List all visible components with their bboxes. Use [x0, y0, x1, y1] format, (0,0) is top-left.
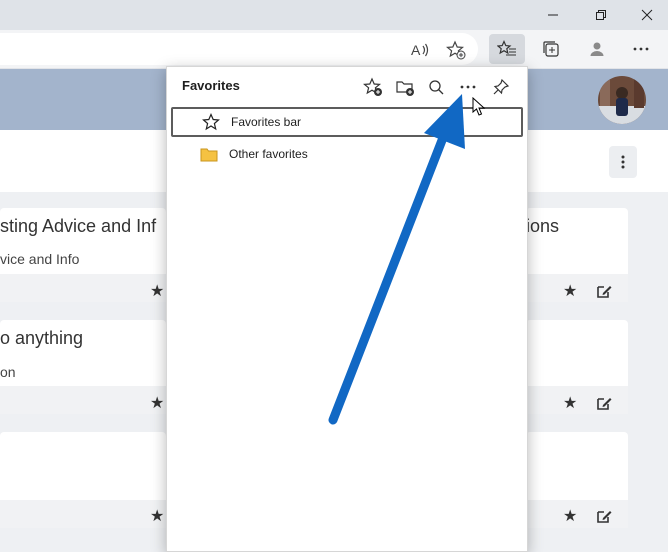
annotation-arrow: [328, 94, 465, 425]
